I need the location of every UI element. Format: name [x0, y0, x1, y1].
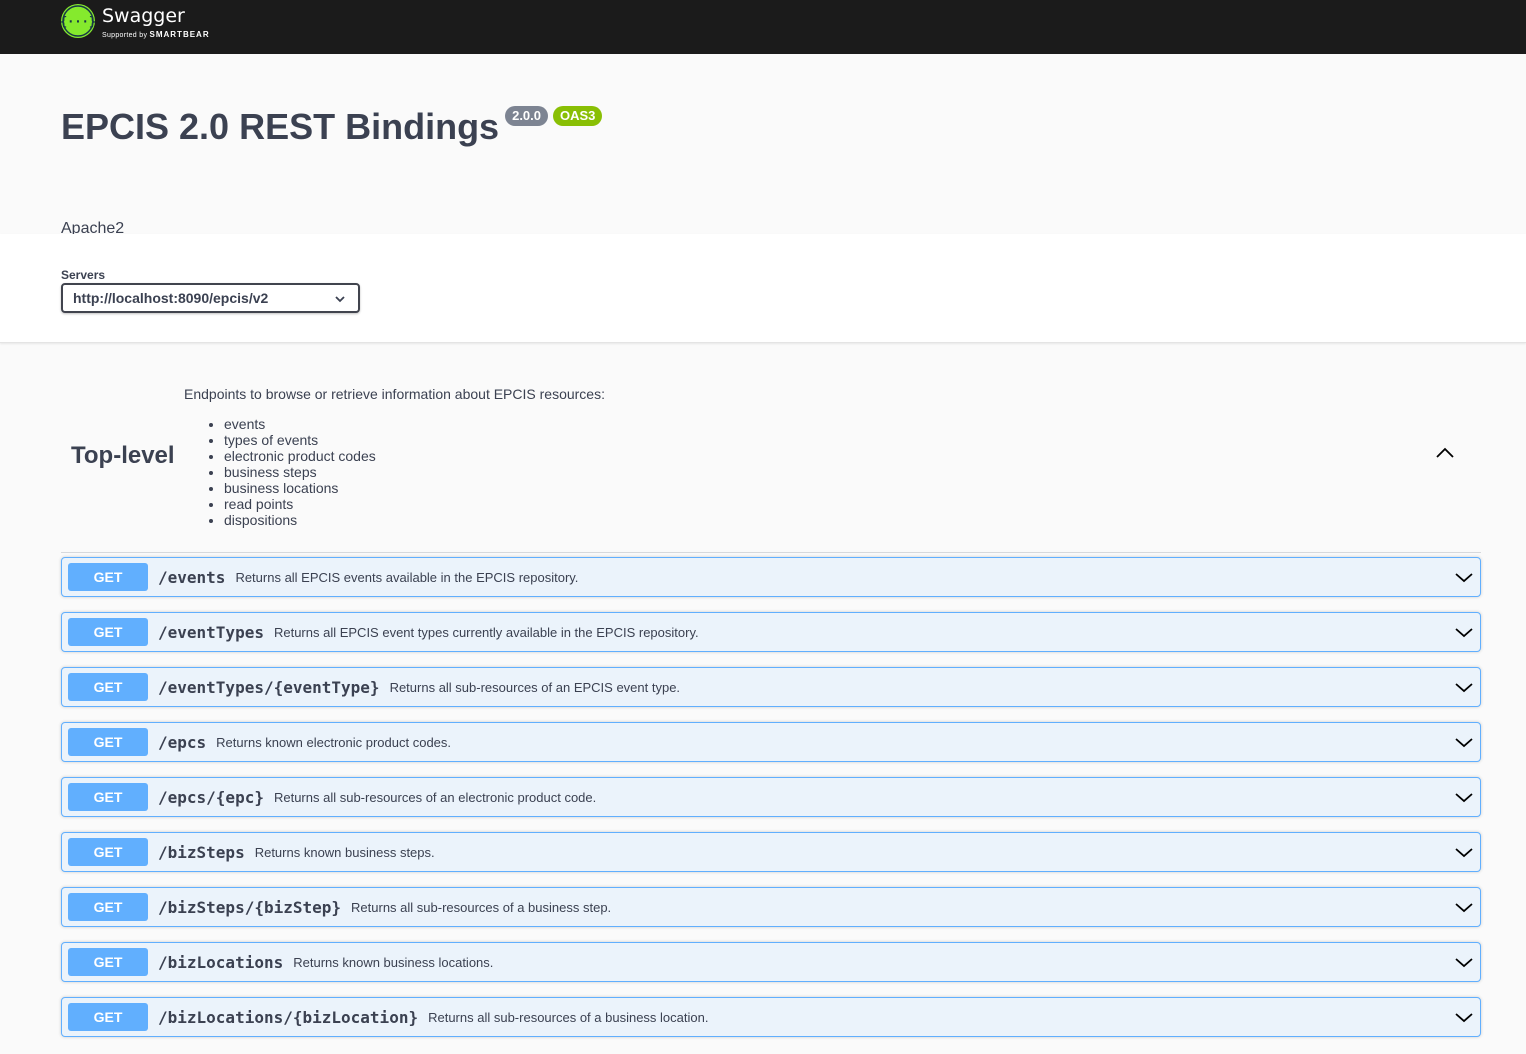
operation-get-epcs[interactable]: GET /epcs Returns known electronic produ…: [61, 722, 1481, 762]
chevron-down-icon[interactable]: [1454, 844, 1474, 865]
list-item: electronic product codes: [224, 448, 605, 464]
operation-summary: Returns all sub-resources of a business …: [351, 899, 612, 915]
svg-text:{···}: {···}: [61, 15, 95, 29]
operation-summary: Returns known business locations.: [293, 954, 494, 970]
divider: [61, 552, 1481, 553]
chevron-down-icon[interactable]: [1454, 679, 1474, 700]
list-item: business steps: [224, 464, 605, 480]
operation-get-biz-locations[interactable]: GET /bizLocations Returns known business…: [61, 942, 1481, 982]
method-badge: GET: [68, 1003, 148, 1031]
list-item: read points: [224, 496, 605, 512]
chevron-down-icon[interactable]: [1454, 624, 1474, 645]
method-badge: GET: [68, 563, 148, 591]
operation-summary: Returns all EPCIS events available in th…: [235, 569, 579, 585]
operation-path: /bizLocations: [158, 952, 284, 972]
operation-path: /epcs: [158, 732, 207, 752]
api-info: EPCIS 2.0 REST Bindings 2.0.0 OAS3 Apach…: [0, 54, 1526, 237]
operation-path: /events: [158, 567, 226, 587]
api-title: EPCIS 2.0 REST Bindings: [61, 106, 500, 147]
operation-get-biz-location[interactable]: GET /bizLocations/{bizLocation} Returns …: [61, 997, 1481, 1037]
list-item: business locations: [224, 480, 605, 496]
operation-get-event-type[interactable]: GET /eventTypes/{eventType} Returns all …: [61, 667, 1481, 707]
method-badge: GET: [68, 948, 148, 976]
operation-summary: Returns all sub-resources of an EPCIS ev…: [389, 679, 681, 695]
chevron-down-icon[interactable]: [1454, 1009, 1474, 1030]
method-badge: GET: [68, 673, 148, 701]
operations-list: GET /events Returns all EPCIS events ava…: [61, 557, 1481, 1052]
operation-path: /bizLocations/{bizLocation}: [158, 1007, 419, 1027]
version-badge: 2.0.0: [505, 106, 549, 126]
list-item: dispositions: [224, 512, 605, 528]
operation-get-events[interactable]: GET /events Returns all EPCIS events ava…: [61, 557, 1481, 597]
operation-path: /epcs/{epc}: [158, 787, 264, 807]
method-badge: GET: [68, 838, 148, 866]
method-badge: GET: [68, 728, 148, 756]
chevron-up-icon[interactable]: [1434, 446, 1456, 465]
operation-summary: Returns all EPCIS event types currently …: [273, 624, 699, 640]
operation-summary: Returns all sub-resources of a business …: [428, 1009, 709, 1025]
servers-section: Servers http://localhost:8090/epcis/v2: [0, 234, 1526, 343]
chevron-down-icon[interactable]: [1454, 734, 1474, 755]
operation-path: /bizSteps/{bizStep}: [158, 897, 342, 917]
swagger-logo[interactable]: {···} Swagger Supported by SMARTBEAR: [61, 4, 210, 39]
method-badge: GET: [68, 893, 148, 921]
operation-summary: Returns all sub-resources of an electron…: [273, 789, 597, 805]
chevron-down-icon: [334, 292, 346, 308]
tag-section-top-level: Top-level Endpoints to browse or retriev…: [0, 343, 1526, 553]
brand-name: Swagger: [102, 5, 185, 27]
operation-get-biz-step[interactable]: GET /bizSteps/{bizStep} Returns all sub-…: [61, 887, 1481, 927]
method-badge: GET: [68, 618, 148, 646]
operation-get-biz-steps[interactable]: GET /bizSteps Returns known business ste…: [61, 832, 1481, 872]
list-item: events: [224, 416, 605, 432]
topbar: {···} Swagger Supported by SMARTBEAR: [0, 0, 1526, 54]
tag-description-list: events types of events electronic produc…: [184, 416, 605, 528]
operation-path: /eventTypes/{eventType}: [158, 677, 380, 697]
oas-badge: OAS3: [553, 106, 603, 126]
list-item: types of events: [224, 432, 605, 448]
chevron-down-icon[interactable]: [1454, 569, 1474, 590]
operation-path: /bizSteps: [158, 842, 245, 862]
brand-sub: Supported by SMARTBEAR: [102, 30, 210, 39]
servers-select[interactable]: http://localhost:8090/epcis/v2: [61, 283, 360, 313]
method-badge: GET: [68, 783, 148, 811]
swagger-braces-icon: {···}: [61, 4, 95, 38]
operation-summary: Returns known business steps.: [254, 844, 435, 860]
chevron-down-icon[interactable]: [1454, 789, 1474, 810]
operation-get-event-types[interactable]: GET /eventTypes Returns all EPCIS event …: [61, 612, 1481, 652]
operation-path: /eventTypes: [158, 622, 264, 642]
chevron-down-icon[interactable]: [1454, 954, 1474, 975]
tag-name[interactable]: Top-level: [71, 442, 175, 470]
chevron-down-icon[interactable]: [1454, 899, 1474, 920]
tag-description-intro: Endpoints to browse or retrieve informat…: [184, 386, 605, 402]
servers-selected-value: http://localhost:8090/epcis/v2: [73, 290, 269, 306]
operation-get-epc[interactable]: GET /epcs/{epc} Returns all sub-resource…: [61, 777, 1481, 817]
operation-summary: Returns known electronic product codes.: [216, 734, 452, 750]
servers-label: Servers: [61, 268, 106, 282]
tag-description: Endpoints to browse or retrieve informat…: [184, 386, 605, 528]
